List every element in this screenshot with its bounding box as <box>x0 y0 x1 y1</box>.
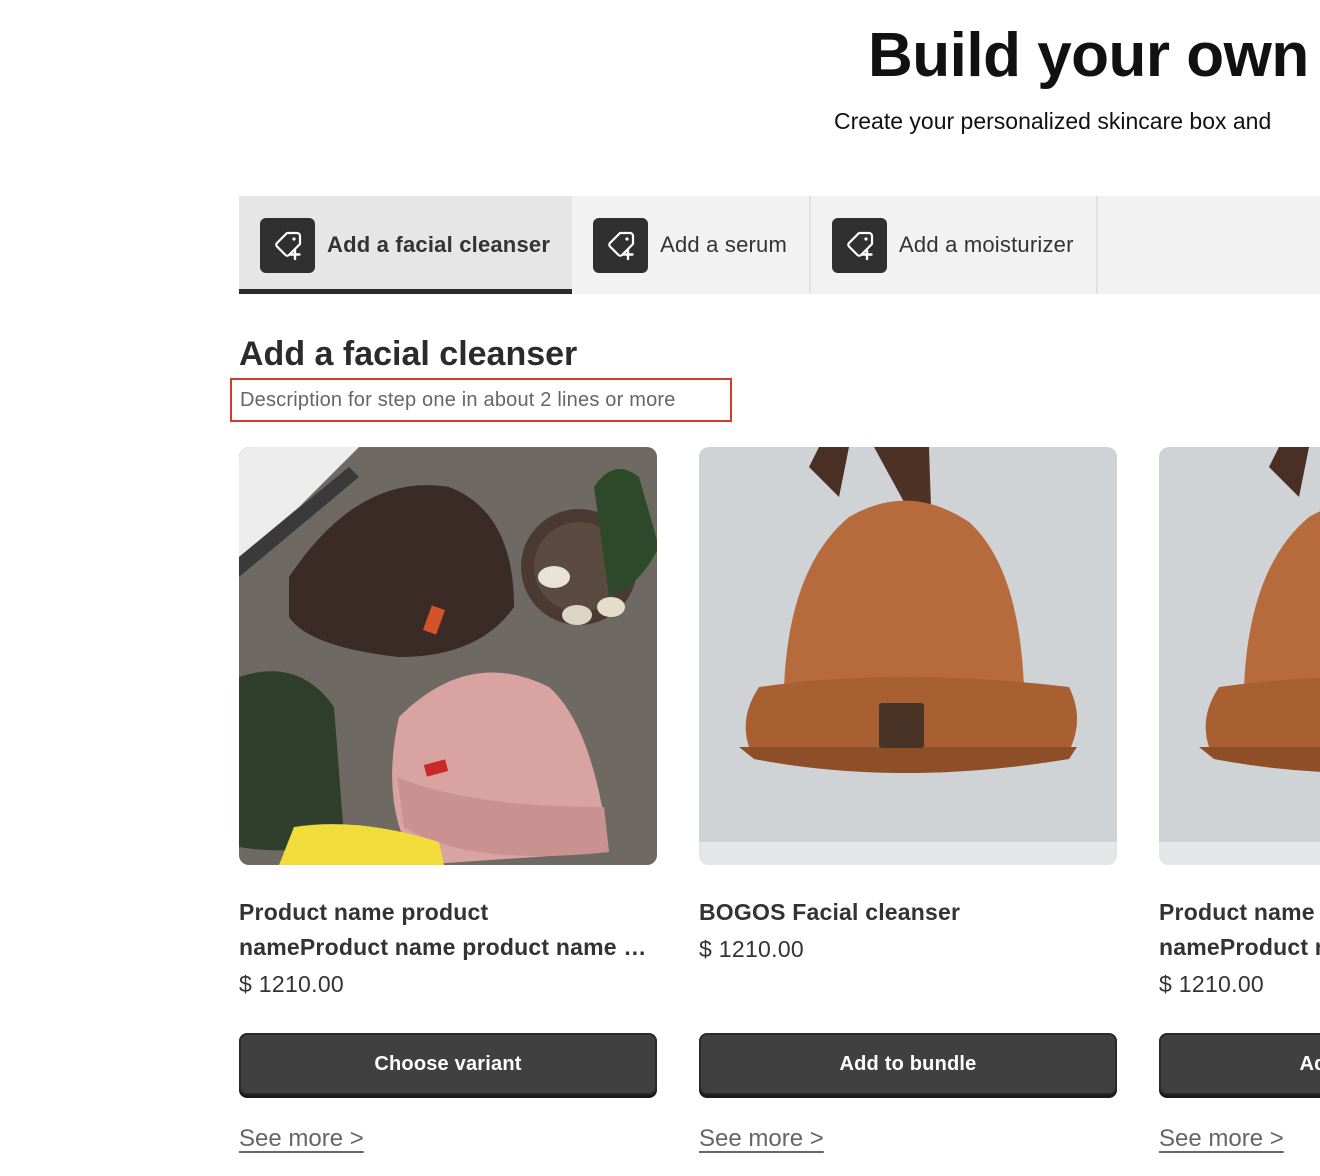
page-title: Build your own <box>868 21 1309 90</box>
bundle-builder-page: Build your own Create your personalized … <box>0 0 1320 1176</box>
tab-serum[interactable]: Add a serum <box>572 196 812 294</box>
see-more-link[interactable]: See more > <box>699 1125 824 1153</box>
tab-label: Add a facial cleanser <box>327 232 551 257</box>
choose-variant-button[interactable]: Choose variant <box>239 1033 657 1095</box>
product-card: BOGOS Facial cleanser $ 1210.00 Add to b… <box>699 447 1117 1152</box>
product-image[interactable] <box>239 447 657 865</box>
tag-plus-icon <box>260 217 315 273</box>
product-price: $ 1210.00 <box>1159 971 1265 997</box>
add-to-bundle-button[interactable]: Add to bundle <box>699 1033 1117 1095</box>
product-price: $ 1210.00 <box>239 971 345 997</box>
see-more-link[interactable]: See more > <box>239 1125 364 1153</box>
product-name[interactable]: Product name product nameProduct name pr… <box>1159 895 1320 965</box>
product-image[interactable] <box>699 447 1117 865</box>
product-name[interactable]: Product name product nameProduct name pr… <box>239 895 657 965</box>
page-subtitle: Create your personalized skincare box an… <box>834 108 1272 134</box>
see-more-link[interactable]: See more > <box>1159 1125 1284 1153</box>
product-name-line1: Product name product <box>1159 899 1320 925</box>
product-name-line2: nameProduct name product name product na… <box>239 934 657 960</box>
tab-moisturizer[interactable]: Add a moisturizer <box>811 196 1098 294</box>
step-tabs: Add a facial cleanser Add a serum Add a … <box>239 196 1320 294</box>
product-name-line2: nameProduct name product name product na… <box>1159 934 1320 960</box>
product-card: Product name product nameProduct name pr… <box>1159 447 1320 1152</box>
tag-plus-icon <box>593 217 649 273</box>
add-to-bundle-button[interactable]: Add to bundle <box>1159 1033 1320 1095</box>
product-name-line1: Product name product <box>239 899 489 925</box>
step-description: Description for step one in about 2 line… <box>230 378 732 422</box>
tab-label: Add a serum <box>660 232 788 257</box>
tab-facial-cleanser[interactable]: Add a facial cleanser <box>239 196 573 294</box>
tab-label: Add a moisturizer <box>899 232 1074 257</box>
product-card: Product name product nameProduct name pr… <box>239 447 657 1152</box>
product-image[interactable] <box>1159 447 1320 865</box>
tag-plus-icon <box>832 217 888 273</box>
product-price: $ 1210.00 <box>699 936 805 962</box>
product-name[interactable]: BOGOS Facial cleanser <box>699 895 1117 930</box>
product-name-line1: BOGOS Facial cleanser <box>699 899 961 925</box>
step-title: Add a facial cleanser <box>239 335 578 373</box>
